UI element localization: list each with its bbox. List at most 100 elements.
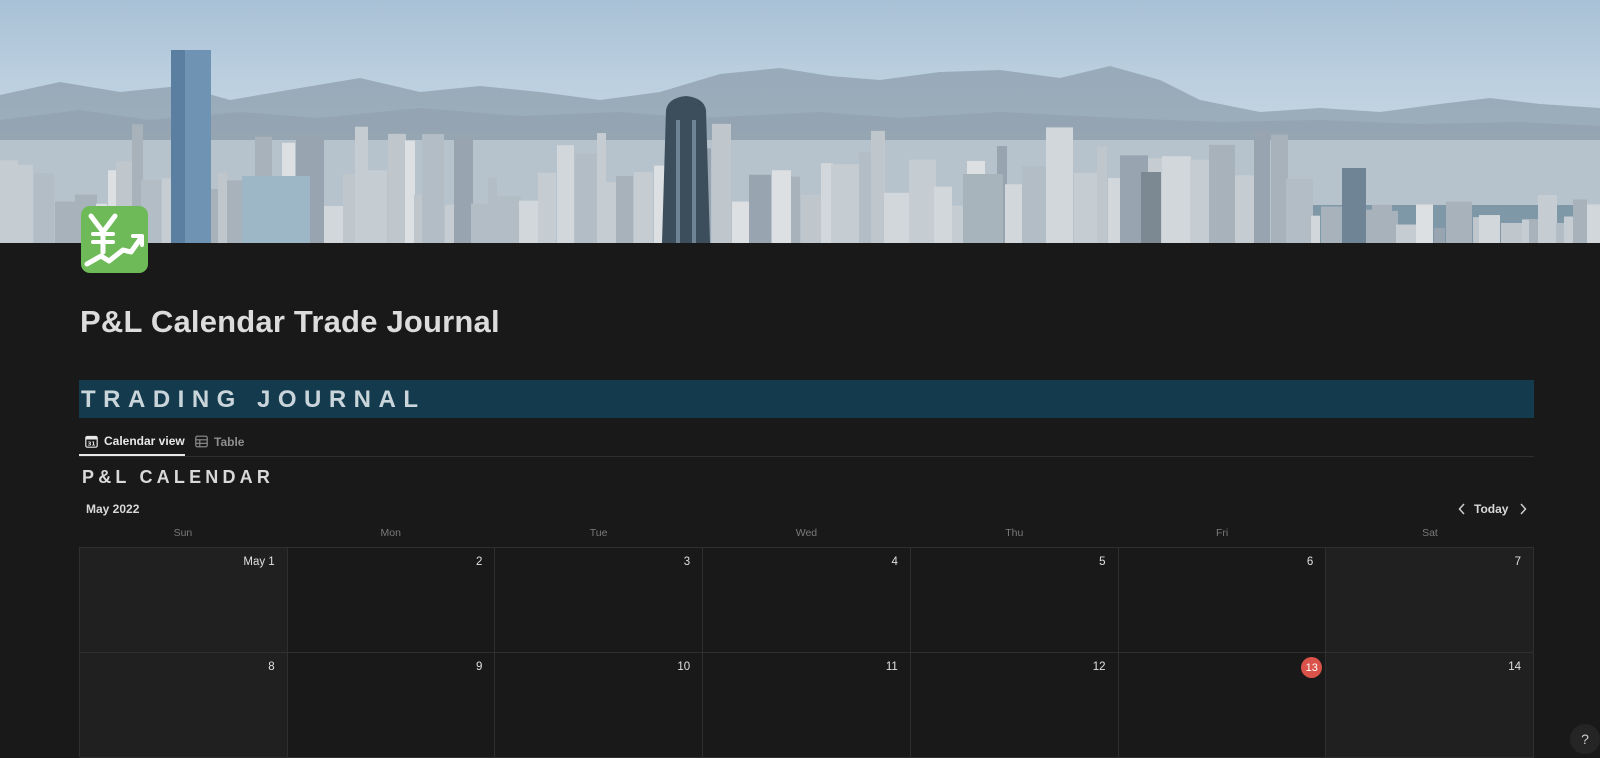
view-tabs: 31 Calendar view Table — [79, 428, 1534, 457]
building — [355, 126, 368, 243]
building — [634, 172, 653, 243]
weekday-header: Sun Mon Tue Wed Thu Fri Sat — [79, 527, 1534, 547]
page-title: P&L Calendar Trade Journal — [80, 304, 500, 339]
building — [34, 173, 54, 243]
building — [519, 200, 540, 243]
calendar-day-cell[interactable]: 11 — [703, 653, 911, 758]
building — [343, 174, 355, 243]
building — [1501, 222, 1522, 243]
building — [1479, 215, 1500, 243]
svg-text:31: 31 — [88, 441, 96, 447]
day-number: 6 — [1306, 556, 1314, 568]
building — [388, 133, 406, 243]
building — [831, 164, 860, 243]
calendar-grid: May 1 2 3 4 5 6 7 8 9 10 11 12 13 14 — [79, 547, 1534, 758]
prev-month-button[interactable] — [1455, 500, 1469, 518]
building — [1046, 127, 1073, 243]
calendar-day-cell[interactable]: 12 — [910, 653, 1119, 758]
building — [604, 182, 616, 243]
building — [712, 123, 731, 243]
weekday-label: Sat — [1422, 527, 1438, 539]
building — [801, 194, 823, 243]
day-number: 7 — [1514, 556, 1521, 568]
calendar-day-cell[interactable]: 3 — [495, 548, 704, 653]
calendar-day-cell[interactable]: 14 — [1326, 653, 1534, 758]
building — [934, 186, 952, 243]
tab-calendar-view[interactable]: 31 Calendar view — [79, 428, 185, 456]
day-number: 5 — [1099, 556, 1106, 568]
chevron-left-icon — [1458, 503, 1465, 515]
day-number: 9 — [476, 661, 483, 673]
day-number: 11 — [885, 661, 898, 673]
tab-table[interactable]: Table — [189, 428, 244, 455]
weekday-label: Wed — [795, 527, 818, 539]
day-number: 14 — [1508, 661, 1521, 673]
building — [732, 201, 749, 243]
building — [405, 140, 415, 243]
building — [1529, 219, 1538, 243]
building — [909, 159, 936, 243]
weekday-label: Tue — [589, 527, 608, 539]
next-month-button[interactable] — [1516, 500, 1530, 518]
calendar-day-cell[interactable]: May 1 — [80, 548, 288, 653]
building — [1434, 227, 1445, 243]
building — [1209, 144, 1235, 243]
building — [1190, 159, 1210, 243]
chevron-right-icon — [1520, 503, 1527, 515]
calendar-icon: 31 — [85, 435, 98, 448]
calendar-day-cell[interactable]: 2 — [287, 548, 496, 653]
section-banner: TRADING JOURNAL — [79, 380, 1534, 418]
day-number: 3 — [683, 556, 691, 568]
building — [749, 174, 771, 243]
building — [1074, 172, 1099, 243]
day-number: 2 — [476, 556, 483, 568]
building — [1416, 204, 1433, 243]
calendar-day-cell-today[interactable]: 13 — [1118, 653, 1327, 758]
building — [324, 205, 344, 243]
building — [1564, 216, 1574, 243]
month-label: May 2022 — [86, 502, 140, 516]
today-badge: 13 — [1301, 657, 1323, 678]
building — [1097, 146, 1107, 243]
building — [1235, 175, 1256, 243]
today-button[interactable]: Today — [1474, 500, 1508, 518]
calendar-day-cell[interactable]: 9 — [287, 653, 496, 758]
day-number: May 1 — [243, 556, 275, 568]
day-number: 8 — [268, 661, 275, 673]
building — [55, 201, 77, 243]
building — [488, 177, 497, 243]
cover-image — [0, 0, 1600, 243]
calendar-heading: P&L CALENDAR — [82, 467, 275, 487]
building — [1538, 194, 1557, 243]
day-number: 12 — [1092, 661, 1106, 673]
building — [1587, 204, 1600, 243]
building — [557, 145, 574, 243]
building — [1396, 224, 1417, 243]
weekday-label: Fri — [1216, 527, 1229, 539]
building — [1254, 129, 1270, 243]
building — [422, 134, 444, 243]
building — [616, 175, 633, 243]
building — [414, 194, 422, 243]
building — [1556, 222, 1565, 243]
building — [871, 130, 885, 243]
building — [454, 137, 473, 243]
calendar-day-cell[interactable]: 6 — [1118, 548, 1327, 653]
calendar-day-cell[interactable]: 4 — [703, 548, 911, 653]
building — [1446, 201, 1472, 243]
building — [1372, 204, 1392, 243]
building — [496, 196, 521, 243]
building — [791, 176, 800, 243]
calendar-day-cell[interactable]: 8 — [80, 653, 288, 758]
day-number: 10 — [677, 661, 691, 673]
help-button[interactable]: ? — [1570, 724, 1600, 754]
building — [1573, 199, 1587, 243]
table-icon — [195, 435, 208, 448]
calendar-day-cell[interactable]: 10 — [495, 653, 704, 758]
day-number: 4 — [891, 556, 898, 568]
weekday-label: Mon — [380, 527, 401, 539]
banner-text: TRADING JOURNAL — [81, 386, 426, 413]
calendar-day-cell[interactable]: 5 — [910, 548, 1119, 653]
calendar-day-cell[interactable]: 7 — [1326, 548, 1534, 653]
weekday-label: Thu — [1005, 527, 1024, 539]
